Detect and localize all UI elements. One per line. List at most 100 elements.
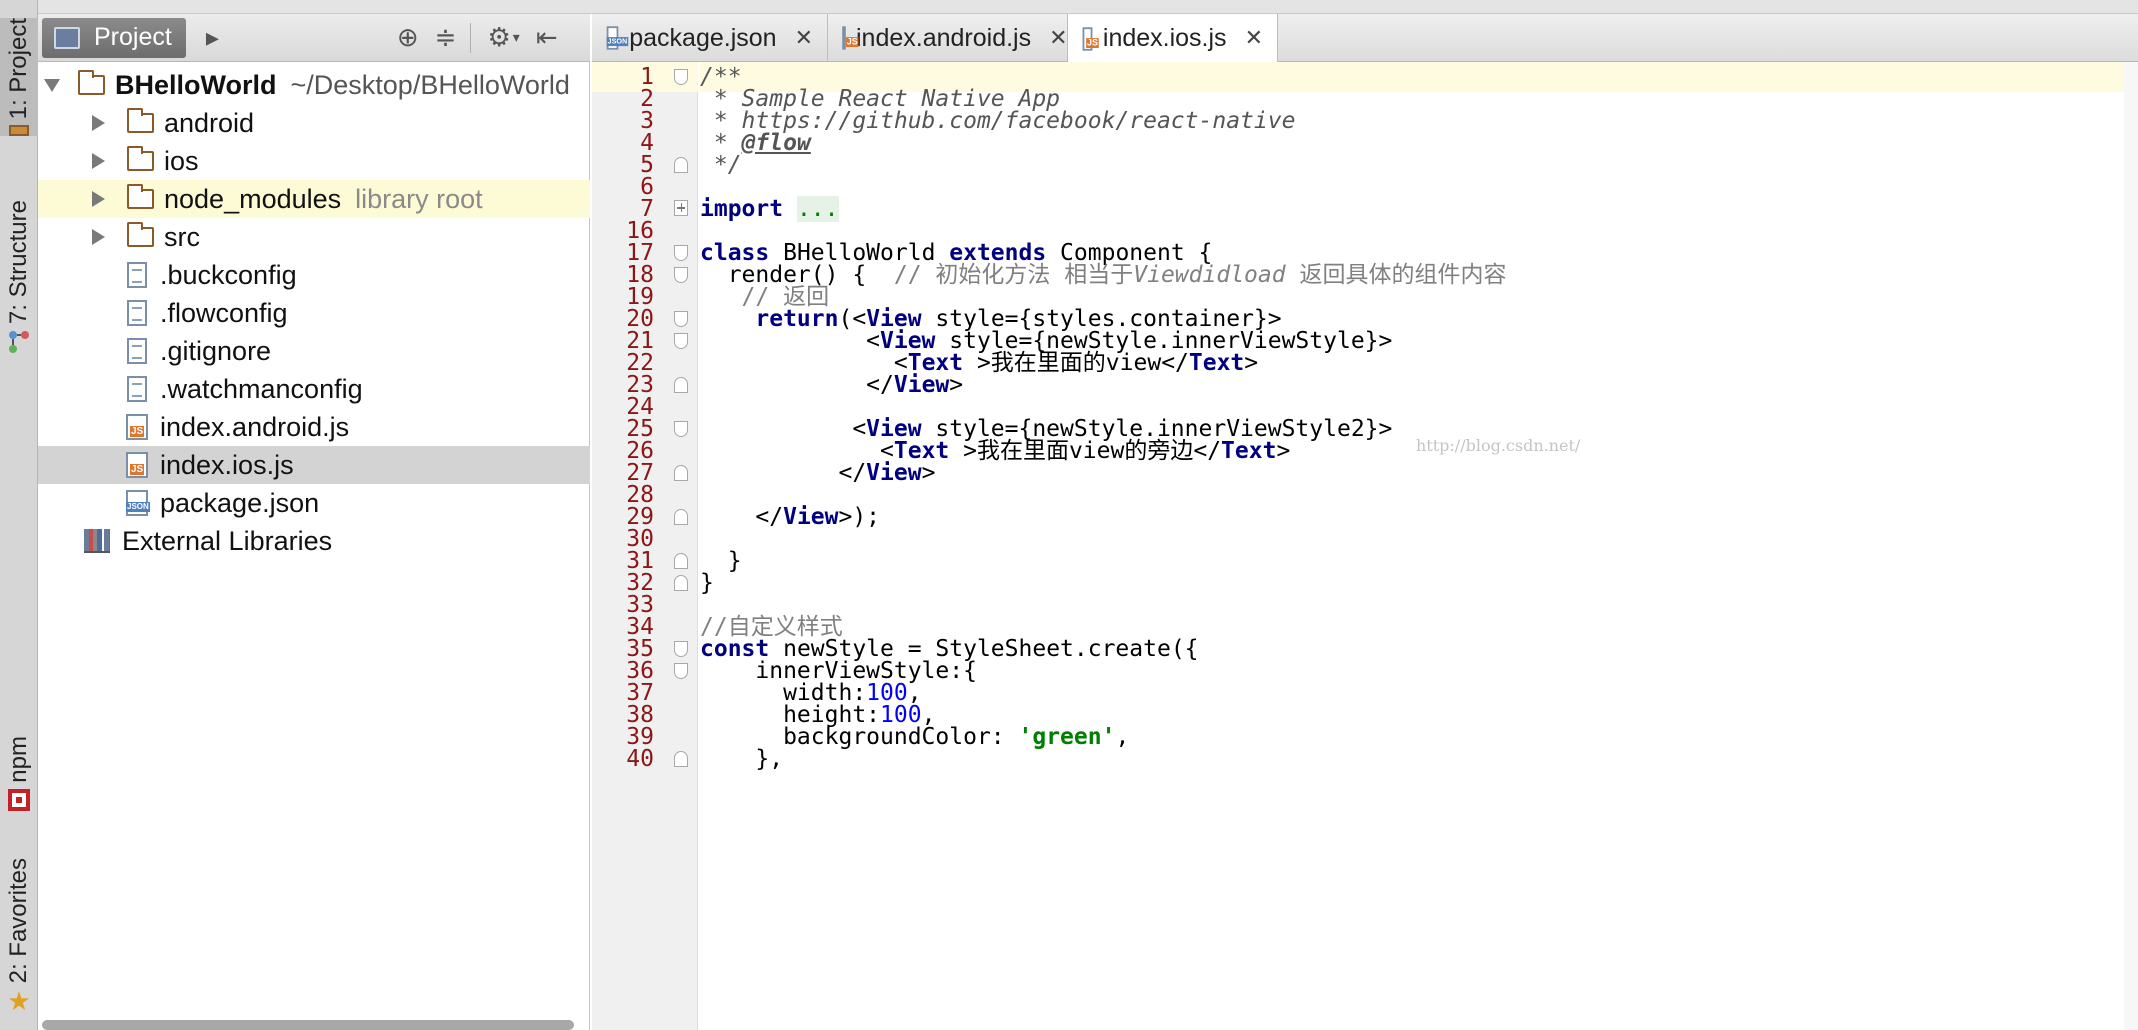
fold-marker-icon[interactable] [674,267,688,283]
favorites-tool-tab-label: 2: Favorites [5,858,32,984]
horizontal-scrollbar[interactable] [42,1020,574,1030]
code-area[interactable]: /** * Sample React Native App * https://… [700,62,2138,1030]
expand-arrow-icon[interactable] [92,191,105,207]
code-text: > [921,460,936,486]
tab-label: package.json [629,23,777,52]
fold-marker-icon[interactable] [674,333,688,349]
npm-icon [8,788,30,811]
tree-item-android[interactable]: android [38,104,590,142]
js-file-icon: JS [126,414,148,440]
tab-label: index.android.js [856,23,1032,52]
chevron-down-icon[interactable]: ▾ [513,30,520,46]
tree-item-root[interactable]: BHelloWorld ~/Desktop/BHelloWorld [38,66,590,104]
tree-item-label: ios [164,145,199,176]
expand-arrow-icon[interactable]: ▸ [206,23,219,53]
fold-marker-icon[interactable] [674,377,688,393]
text-file-icon [127,262,147,288]
structure-tool-tab[interactable]: 7: Structure [0,200,38,380]
library-icon [84,529,110,553]
project-view-dropdown[interactable]: Project [42,17,186,58]
close-icon[interactable]: ✕ [795,26,813,51]
close-icon[interactable]: ✕ [1245,26,1263,51]
tree-item-label: .flowconfig [160,297,288,328]
code-line: </View>); [700,502,2138,532]
folder-icon [126,146,154,171]
project-icon [54,26,80,49]
fold-marker-icon[interactable] [674,465,688,481]
editor-tab-bar: JSON package.json ✕ JS index.android.js … [592,14,2138,63]
tree-item-package-json[interactable]: JSON package.json [38,484,590,522]
code-text: >); [838,504,881,530]
code-line: </View> [700,458,2138,488]
project-panel: Project ▸ ⊕ ≑ ⚙ ▾ ⇤ BHelloWorld ~/Deskto… [38,14,590,1030]
fold-marker-icon[interactable] [674,157,688,173]
tree-item-label: .gitignore [160,335,272,366]
watermark-text: http://blog.csdn.net/ [1416,436,1581,455]
star-icon: ★ [7,987,31,1018]
code-text: > [949,372,964,398]
fold-marker-icon[interactable] [674,751,688,767]
tree-item-label: .buckconfig [160,259,297,290]
hide-panel-icon[interactable]: ⇤ [536,23,558,53]
code-text: </ [700,372,894,398]
close-icon[interactable]: ✕ [1049,26,1067,51]
tab-package-json[interactable]: JSON package.json ✕ [592,14,828,62]
code-line: }, [700,744,2138,774]
project-tool-tab[interactable]: 1: Project [0,18,38,136]
expand-arrow-icon[interactable] [44,78,60,92]
expand-fold-icon[interactable] [674,200,688,216]
npm-tool-tab[interactable]: npm [0,736,38,826]
header-divider [470,22,472,53]
tree-item-ios[interactable]: ios [38,142,590,180]
fold-marker-icon[interactable] [674,421,688,437]
gear-icon[interactable]: ⚙ [487,23,510,53]
jsx-tag: View [783,504,839,530]
tree-item-src[interactable]: src [38,218,590,256]
code-line: } [700,568,2138,598]
fold-marker-icon[interactable] [674,245,688,261]
fold-marker-icon[interactable] [674,553,688,569]
code-line: </View> [700,370,2138,400]
tree-item-label: BHelloWorld [115,69,277,100]
tree-item-index-ios[interactable]: JS index.ios.js [38,446,590,484]
folded-imports[interactable]: ... [796,196,839,222]
structure-tool-tab-label: 7: Structure [5,200,32,325]
code-text: }, [700,746,784,772]
doc-comment: */ [700,152,742,178]
expand-arrow-icon[interactable] [92,115,105,131]
code-text: } [700,570,714,596]
tab-index-android-js[interactable]: JS index.android.js ✕ [828,14,1068,62]
code-text: </ [700,460,867,486]
library-root-label: library root [355,183,483,214]
favorites-tool-tab[interactable]: 2: Favorites ★ [0,858,38,1024]
code-editor: JSON package.json ✕ JS index.android.js … [592,14,2138,1030]
fold-marker-icon[interactable] [674,311,688,327]
fold-marker-icon[interactable] [674,69,688,85]
fold-marker-icon[interactable] [674,575,688,591]
tree-item-label: node_modules [164,183,342,214]
tab-index-ios-js[interactable]: JS index.ios.js ✕ [1068,14,1278,63]
locate-target-icon[interactable]: ⊕ [397,23,419,53]
folder-icon [126,222,154,247]
project-view-label: Project [94,23,172,51]
fold-marker-icon[interactable] [674,509,688,525]
folder-icon [77,70,105,95]
text-file-icon [127,338,147,364]
tree-item-label: index.android.js [160,411,350,442]
expand-arrow-icon[interactable] [92,153,105,169]
tree-item-flowconfig[interactable]: .flowconfig [38,294,590,332]
tree-item-external-libraries[interactable]: External Libraries [38,522,590,560]
collapse-all-icon[interactable]: ≑ [435,23,457,53]
js-file-icon: JS [126,452,148,478]
tree-item-gitignore[interactable]: .gitignore [38,332,590,370]
expand-arrow-icon[interactable] [92,229,105,245]
fold-marker-icon[interactable] [674,663,688,679]
tree-item-index-android[interactable]: JS index.android.js [38,408,590,446]
tree-item-watchmanconfig[interactable]: .watchmanconfig [38,370,590,408]
jsx-tag: View [893,372,950,398]
tree-item-buckconfig[interactable]: .buckconfig [38,256,590,294]
tree-item-label: android [164,107,255,138]
fold-marker-icon[interactable] [674,641,688,657]
npm-tool-tab-label: npm [5,736,32,783]
tree-item-node-modules[interactable]: node_modules library root [38,180,590,218]
